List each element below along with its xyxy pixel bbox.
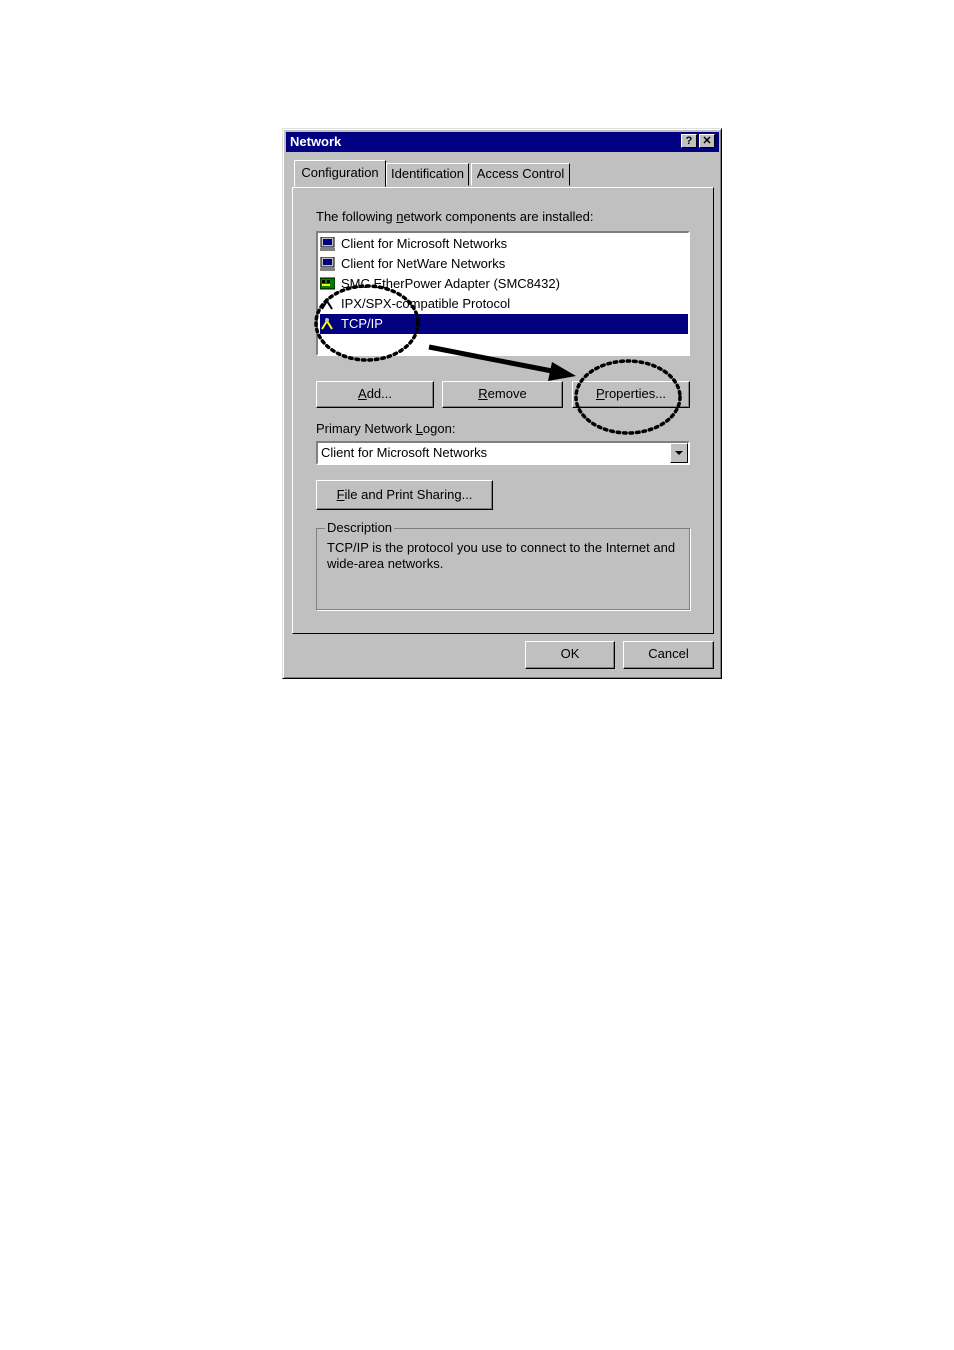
arrow-head [548,362,576,381]
annotation-overlay [314,284,682,435]
arrow-line [428,344,553,374]
tab-configuration[interactable]: Configuration [294,160,386,187]
highlight-circle-properties [574,359,682,435]
highlight-circle-tcpip [314,284,420,362]
